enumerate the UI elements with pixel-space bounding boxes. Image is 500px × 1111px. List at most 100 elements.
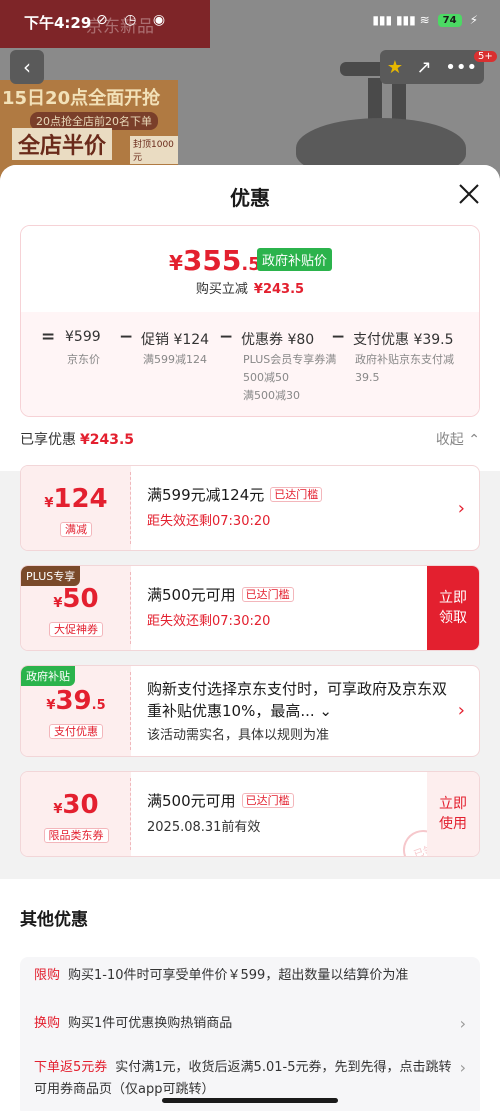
banner-cap: 封顶1000元	[130, 136, 178, 164]
threshold-reached-tag: 已达门槛	[270, 487, 323, 502]
coupon-kind-label: 支付优惠	[49, 724, 103, 739]
coupon-amount: ¥30	[21, 790, 131, 820]
promo-value: 促销 ¥124	[141, 332, 210, 348]
pay-discount-value: 支付优惠 ¥39.5	[353, 332, 454, 348]
coupon-countdown: 距失效还剩07:30:20	[147, 514, 271, 529]
share-icon[interactable]: ↗	[417, 57, 432, 78]
coupon-sub-2: 满500减30	[243, 389, 300, 402]
chevron-right-icon[interactable]: ›	[460, 1058, 466, 1077]
final-price: ¥355.5	[169, 244, 261, 277]
other-item-text: 购买1件可优惠换购热销商品	[68, 1016, 233, 1031]
other-discounts-list: 限购 购买1-10件时可享受单件价￥599，超出数量以结算价为准 换购 购买1件可优…	[20, 957, 480, 1111]
chevron-right-icon[interactable]: ›	[458, 498, 465, 519]
coupon-kind: 满减	[21, 518, 131, 537]
currency-symbol: ¥	[169, 251, 183, 275]
minus-sign: −	[119, 327, 134, 347]
other-discounts-section: 其他优惠 限购 购买1-10件时可享受单件价￥599，超出数量以结算价为准 换购购…	[0, 879, 500, 1111]
price-integer: 355	[182, 244, 242, 277]
pay-discount-description[interactable]: 购新支付选择京东支付时，可享政府及京东双重补贴优惠10%，最高... ⌄	[147, 678, 447, 722]
other-item-kind: 限购	[34, 968, 61, 983]
equals-sign: =	[41, 327, 56, 347]
sheet-title: 优惠	[230, 186, 270, 210]
base-price-label: 京东价	[67, 353, 100, 366]
home-indicator[interactable]	[162, 1098, 338, 1103]
coupon-expiry: 2025.08.31前有效	[147, 820, 261, 835]
back-button[interactable]: ‹	[10, 50, 44, 84]
coupon-kind-label: 大促神券	[49, 622, 103, 637]
claim-button-line2: 领取	[439, 610, 467, 626]
sheet-top-section: 优惠 ¥355.5 政府补贴价 购买立减 ¥243.5 = ¥599 京东价 −…	[0, 165, 500, 471]
claim-button-line1: 立即	[439, 590, 467, 606]
signal-wifi-icon: ▮▮▮ ▮▮▮ ≋	[372, 13, 430, 27]
other-item-purchase-limit: 限购 购买1-10件时可享受单件价￥599，超出数量以结算价为准	[34, 965, 454, 987]
coupon-kind: 支付优惠	[21, 720, 131, 739]
banner-headline: 15日20点全面开抢	[2, 88, 161, 109]
promo-sub: 满599减124	[143, 353, 207, 366]
coupon-amount-number: 50	[62, 584, 99, 614]
chevron-right-icon[interactable]: ›	[460, 1014, 466, 1033]
coupon-amount: ¥124	[21, 484, 131, 514]
banner-half-price: 全店半价	[12, 128, 113, 160]
coupon-countdown: 距失效还剩07:30:20	[147, 614, 271, 629]
coupon-card-full-reduction[interactable]: ¥124 满减 满599元减124元 已达门槛 距失效还剩07:30:20 ›	[20, 465, 480, 551]
coupon-amount-decimal: .5	[91, 698, 106, 713]
coupon-amount: ¥50	[21, 584, 131, 614]
coupon-card-category: ¥30 限品类东券 满500元可用 已达门槛 2025.08.31前有效 已领 立…	[20, 771, 480, 857]
status-time: 下午4:29	[24, 14, 92, 32]
coupon-amount: ¥39.5	[21, 686, 131, 716]
notification-badge: 5+	[474, 51, 497, 62]
other-item-kind: 下单返5元券	[34, 1060, 108, 1075]
status-right-group: ▮▮▮ ▮▮▮ ≋ 74 ⚡	[372, 13, 478, 27]
use-button-line2: 使用	[439, 816, 467, 832]
status-bar: 下午4:29 ⊘ ◷ ◉ ▮▮▮ ▮▮▮ ≋ 74 ⚡	[0, 0, 500, 44]
claim-now-button[interactable]: 立即 领取	[427, 566, 479, 650]
coupon-kind-label: 满减	[60, 522, 92, 537]
minus-sign: −	[219, 327, 234, 347]
enjoyed-label-text: 已享优惠	[20, 432, 76, 448]
other-item-cashback-coupon[interactable]: 下单返5元券 实付满1元，收货后返满5.01-5元券，先到先得，点击跳转可用券商品…	[34, 1057, 454, 1101]
price-summary-top: ¥355.5 政府补贴价 购买立减 ¥243.5	[21, 226, 479, 312]
favorite-star-icon[interactable]: ★	[387, 57, 403, 78]
threshold-reached-tag: 已达门槛	[241, 587, 294, 602]
coupon-kind: 限品类东券	[21, 824, 131, 843]
collapse-button[interactable]: 收起 ⌃	[436, 429, 480, 449]
enjoyed-discount-row: 已享优惠 ¥243.5 收起 ⌃	[0, 417, 500, 461]
status-notification-icons: ⊘ ◷ ◉	[96, 12, 172, 28]
coupon-title: 满500元可用 已达门槛	[147, 584, 294, 605]
saving-value: ¥243.5	[253, 282, 305, 297]
coupon-kind: 大促神券	[21, 618, 131, 637]
minus-sign: −	[331, 327, 346, 347]
battery-icon: 74	[437, 13, 462, 27]
coupon-card-pay-discount[interactable]: ¥39.5 支付优惠 政府补贴 购新支付选择京东支付时，可享政府及京东双重补贴优…	[20, 665, 480, 757]
base-price-value: ¥599	[65, 329, 101, 345]
coupon-sub: PLUS会员专享券满500减50	[243, 353, 337, 384]
coupon-kind-label: 限品类东券	[43, 828, 109, 843]
other-item-exchange[interactable]: 换购 购买1件可优惠换购热销商品	[34, 1013, 454, 1035]
other-item-kind: 换购	[34, 1016, 61, 1031]
pay-discount-sub: 政府补贴京东支付减39.5	[355, 353, 454, 384]
pay-discount-note: 该活动需实名，具体以规则为准	[147, 728, 330, 743]
discount-sheet: 优惠 ¥355.5 政府补贴价 购买立减 ¥243.5 = ¥599 京东价 −…	[0, 165, 500, 1111]
coupon-amount-panel: ¥124 满减	[21, 466, 131, 550]
gov-subsidy-badge: 政府补贴	[21, 666, 75, 686]
other-item-text: 购买1-10件时可享受单件价￥599，超出数量以结算价为准	[68, 968, 409, 983]
coupon-title-text: 满500元可用	[147, 792, 236, 810]
charging-icon: ⚡	[469, 13, 478, 27]
coupon-title-text: 满599元减124元	[147, 486, 265, 504]
close-icon[interactable]	[456, 181, 482, 207]
use-now-button[interactable]: 立即 使用	[427, 772, 479, 856]
other-discounts-title: 其他优惠	[20, 910, 88, 930]
chevron-right-icon[interactable]: ›	[458, 700, 465, 721]
plus-exclusive-badge: PLUS专享	[21, 566, 81, 586]
more-icon[interactable]: •••	[445, 57, 477, 78]
enjoyed-discount-label: 已享优惠 ¥243.5	[20, 429, 134, 449]
product-image-neck	[368, 78, 382, 122]
coupon-amount-panel: ¥30 限品类东券	[21, 772, 131, 856]
use-button-line1: 立即	[439, 796, 467, 812]
coupon-value: 优惠券 ¥80	[241, 332, 315, 348]
enjoyed-value: ¥243.5	[80, 432, 135, 448]
chevron-left-icon: ‹	[23, 55, 31, 79]
instant-saving-line: 购买立减 ¥243.5	[21, 278, 479, 297]
coupon-amount-number: 30	[62, 790, 99, 820]
threshold-reached-tag: 已达门槛	[241, 793, 294, 808]
